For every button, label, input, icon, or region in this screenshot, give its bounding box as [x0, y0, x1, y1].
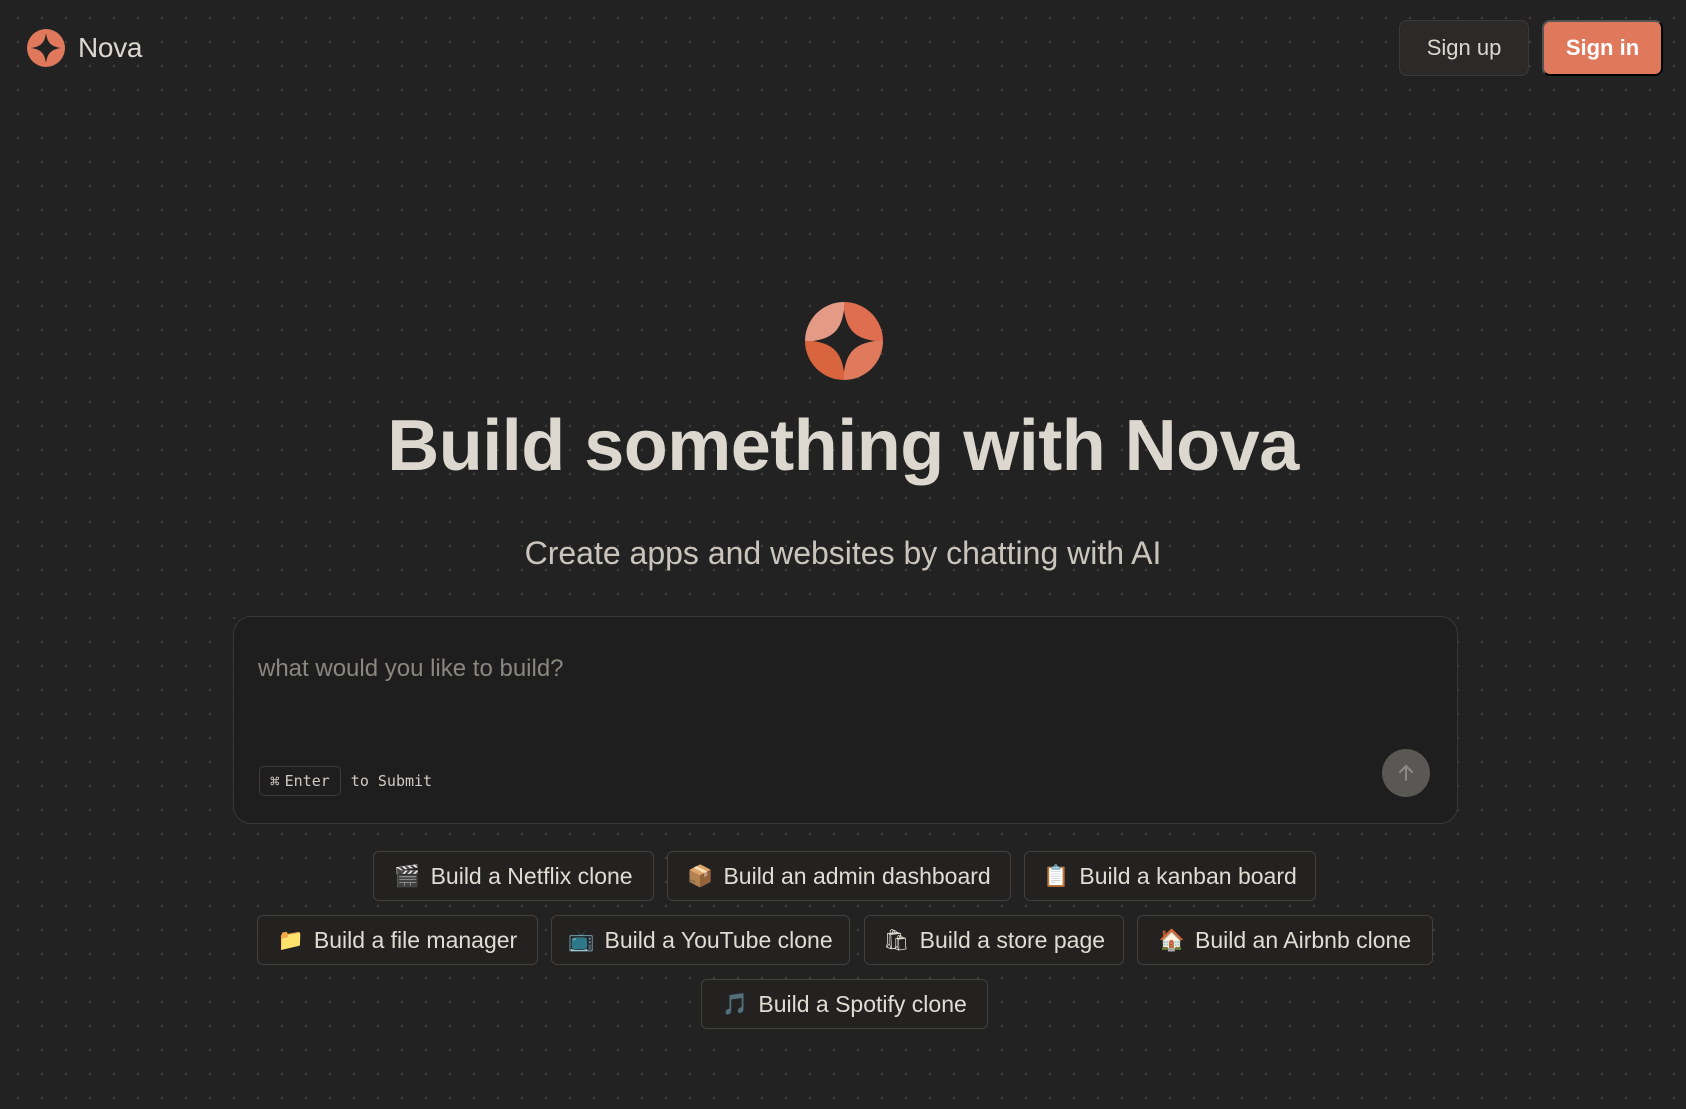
clapperboard-icon: 🎬 — [394, 864, 421, 888]
package-icon: 📦 — [687, 864, 714, 888]
suggestion-label: Build a Spotify clone — [758, 990, 967, 1017]
nova-hero-logo-icon — [805, 302, 883, 380]
submit-hint-text: to Submit — [350, 772, 433, 790]
suggestion-label: Build a file manager — [313, 926, 518, 953]
prompt-composer: ⌘ Enter to Submit — [233, 616, 1458, 824]
page-subtitle: Create apps and websites by chatting wit… — [524, 535, 1162, 571]
suggestion-chip-file-manager[interactable]: 📁 Build a file manager — [257, 915, 538, 965]
send-button[interactable] — [1382, 749, 1430, 797]
house-icon: 🏠 — [1158, 928, 1186, 952]
suggestion-label: Build a Netflix clone — [430, 862, 633, 889]
suggestion-label: Build a YouTube clone — [604, 926, 833, 953]
suggestion-label: Build a kanban board — [1079, 862, 1297, 889]
prompt-input[interactable] — [258, 655, 1358, 683]
enter-shortcut-key: ⌘ Enter — [259, 766, 341, 796]
arrow-up-icon — [1399, 765, 1413, 781]
suggestion-chip-airbnb-clone[interactable]: 🏠 Build an Airbnb clone — [1137, 915, 1433, 965]
music-note-icon: 🎵 — [722, 992, 749, 1016]
clipboard-icon: 📋 — [1043, 864, 1070, 888]
suggestion-chip-admin-dashboard[interactable]: 📦 Build an admin dashboard — [667, 851, 1011, 901]
page-title: Build something with Nova — [387, 406, 1299, 486]
top-navbar: Nova Sign up Sign in — [0, 0, 1686, 100]
television-icon: 📺 — [568, 928, 595, 952]
suggestion-chip-netflix-clone[interactable]: 🎬 Build a Netflix clone — [373, 851, 654, 901]
enter-key-label: Enter — [284, 772, 330, 790]
command-key-icon: ⌘ — [270, 771, 280, 791]
suggestion-label: Build a store page — [919, 926, 1106, 953]
nova-logo-icon — [27, 29, 65, 67]
shopping-bags-icon: 🛍 — [882, 928, 910, 952]
brand-home-link[interactable]: Nova — [26, 28, 142, 68]
suggestion-chip-store-page[interactable]: 🛍 Build a store page — [864, 915, 1124, 965]
suggestion-chip-youtube-clone[interactable]: 📺 Build a YouTube clone — [551, 915, 850, 965]
suggestion-chip-spotify-clone[interactable]: 🎵 Build a Spotify clone — [701, 979, 988, 1029]
folder-icon: 📁 — [277, 928, 304, 952]
sign-up-button[interactable]: Sign up — [1399, 20, 1529, 76]
submit-hint: ⌘ Enter to Submit — [259, 766, 432, 796]
suggestion-label: Build an admin dashboard — [723, 862, 991, 889]
suggestion-chip-kanban-board[interactable]: 📋 Build a kanban board — [1024, 851, 1316, 901]
sign-in-button[interactable]: Sign in — [1542, 20, 1663, 76]
suggestion-label: Build an Airbnb clone — [1195, 926, 1412, 953]
brand-name: Nova — [78, 32, 143, 63]
